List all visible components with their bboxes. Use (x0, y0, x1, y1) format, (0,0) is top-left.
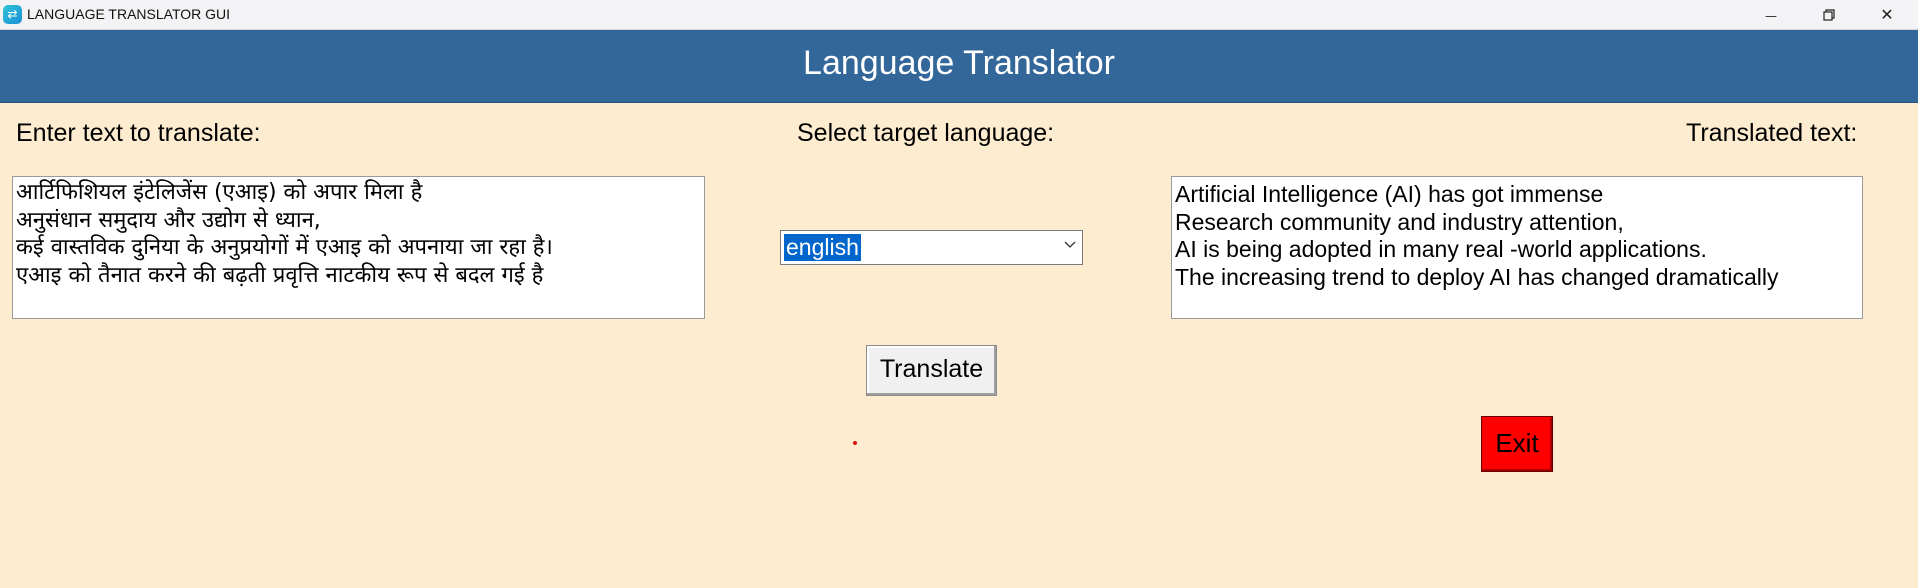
app-icon: ⇄ (3, 5, 22, 24)
window-title: LANGUAGE TRANSLATOR GUI (27, 6, 231, 22)
translate-button[interactable]: Translate (866, 345, 997, 396)
output-label: Translated text: (1686, 119, 1858, 147)
selected-language: english (784, 234, 861, 261)
restore-icon (1823, 9, 1835, 21)
chevron-down-icon (1064, 241, 1076, 248)
language-label: Select target language: (797, 119, 1055, 147)
minimize-icon: — (1765, 9, 1777, 23)
exit-button[interactable]: Exit (1481, 416, 1553, 472)
translated-text-output[interactable]: Artificial Intelligence (AI) has got imm… (1171, 176, 1863, 319)
restore-button[interactable] (1800, 0, 1858, 29)
page-title: Language Translator (803, 44, 1115, 82)
window-title-bar[interactable]: ⇄ LANGUAGE TRANSLATOR GUI — ✕ (0, 0, 1918, 30)
target-language-select[interactable]: english (780, 230, 1083, 265)
close-button[interactable]: ✕ (1858, 0, 1916, 29)
input-label: Enter text to translate: (16, 119, 261, 147)
source-text-input[interactable]: आर्टिफिशियल इंटेलिजेंस (एआइ) को अपार मिल… (12, 176, 705, 319)
minimize-button[interactable]: — (1742, 0, 1800, 29)
cursor-dot (853, 441, 857, 445)
app-header: Language Translator (0, 30, 1918, 103)
close-icon: ✕ (1880, 5, 1894, 24)
